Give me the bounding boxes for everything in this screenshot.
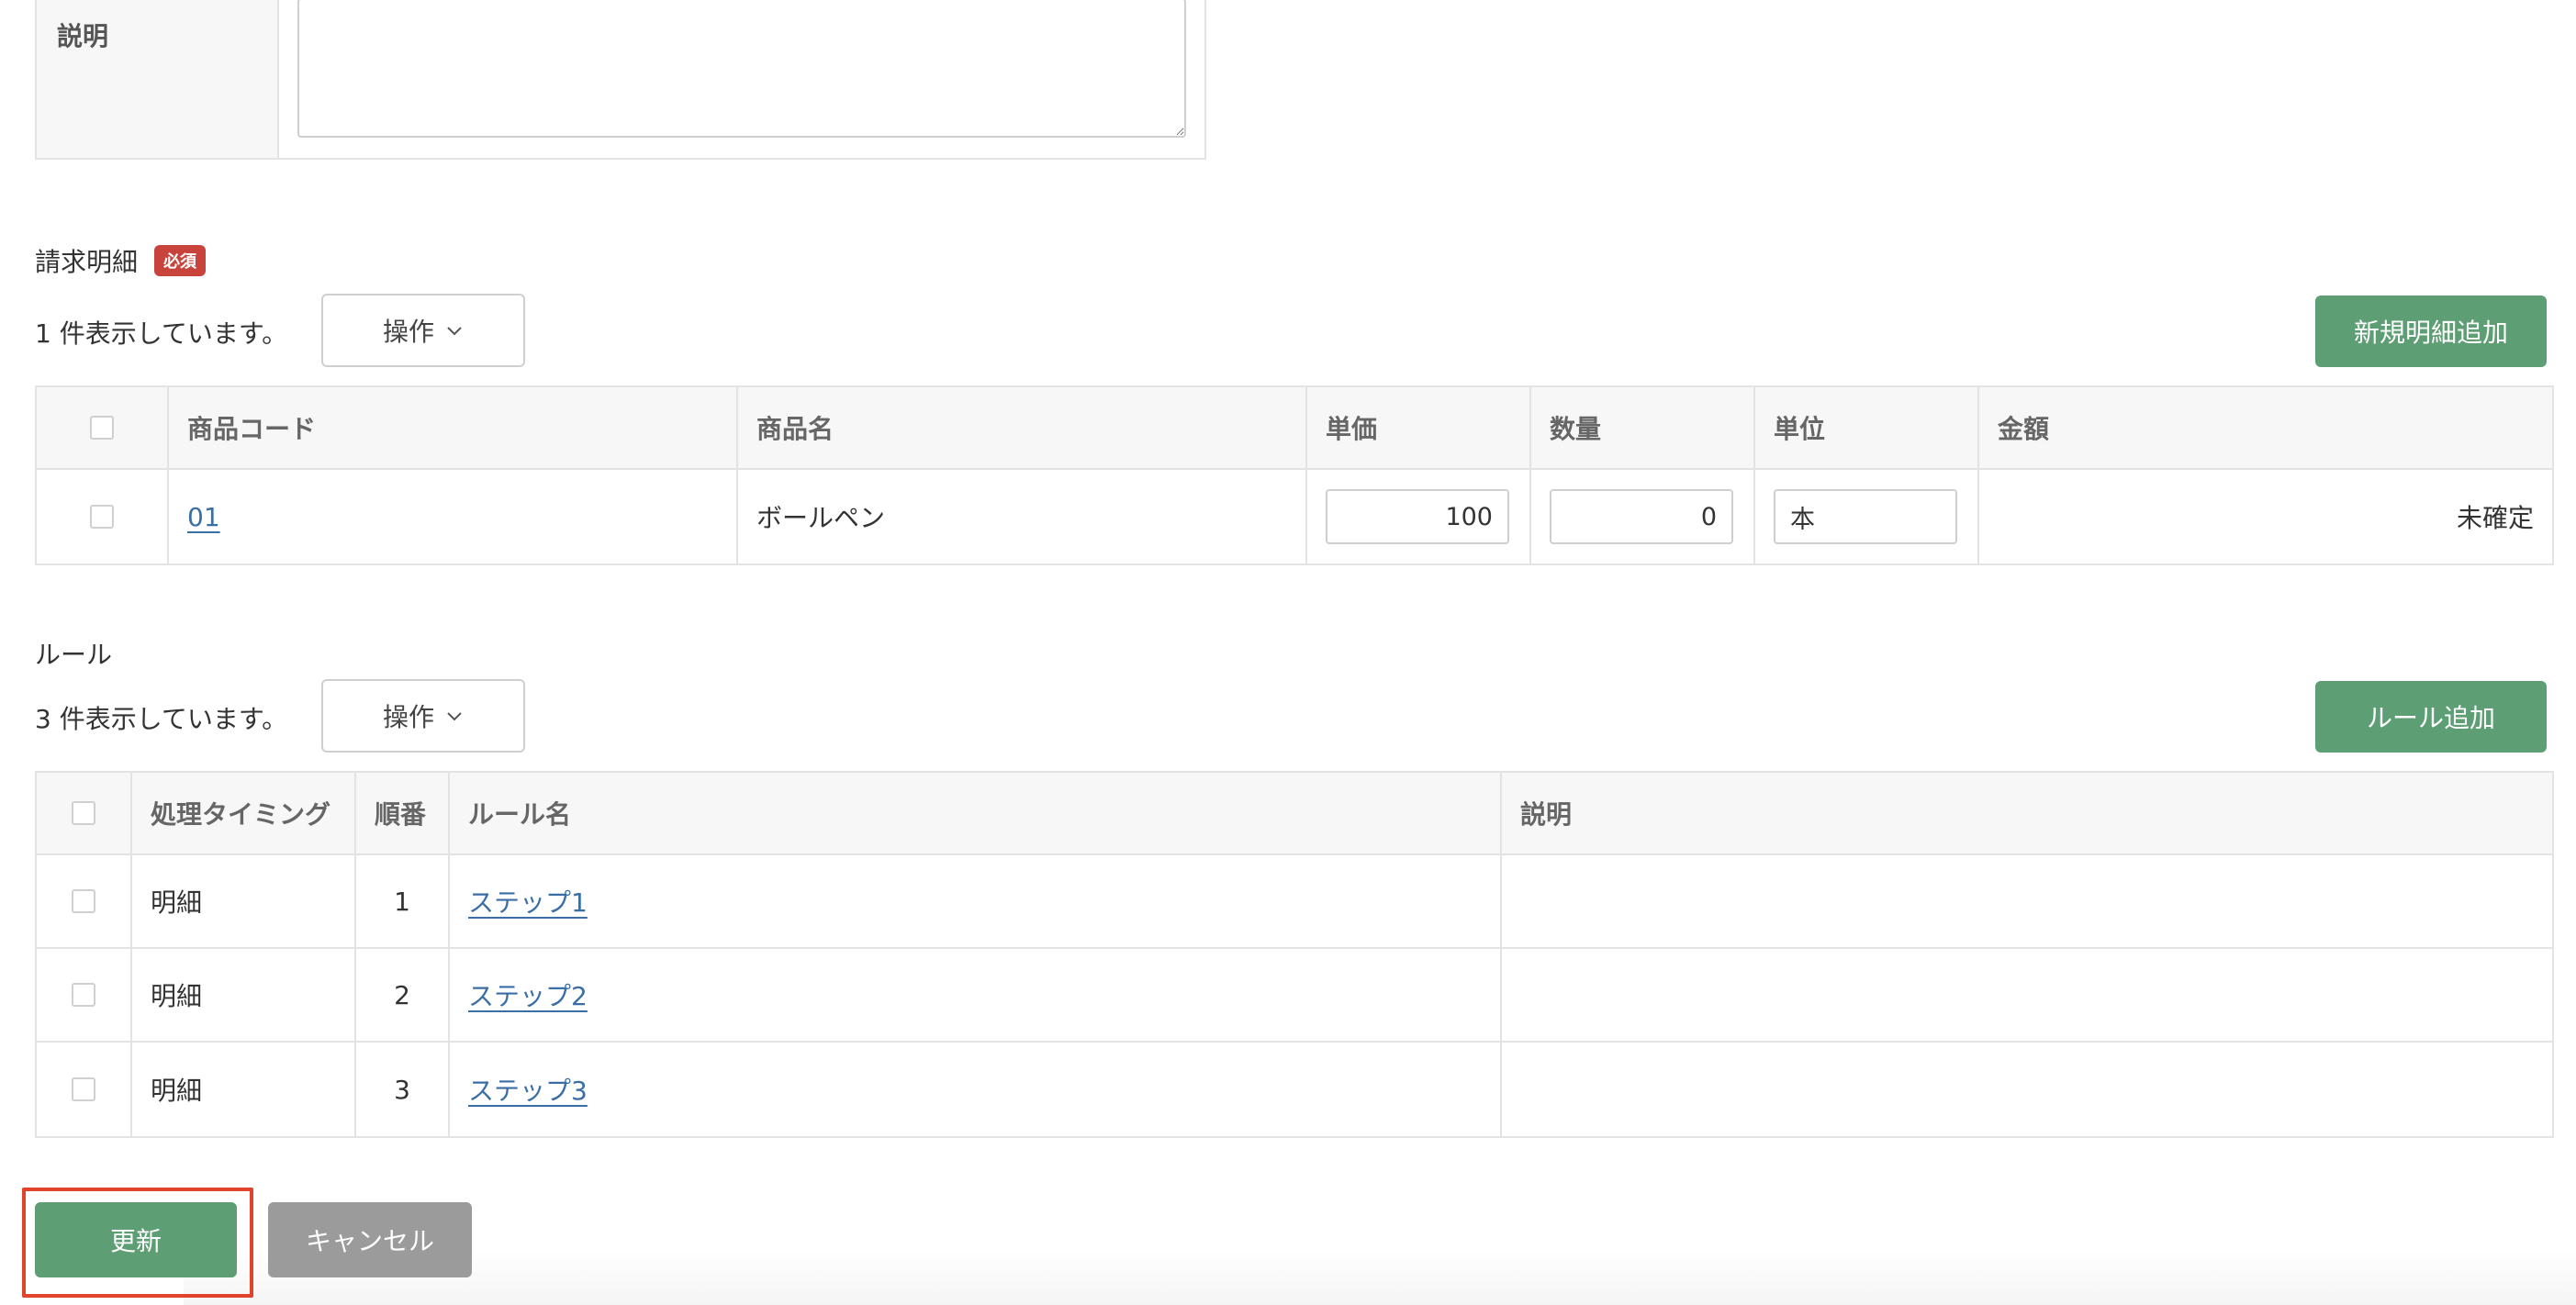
description-textarea[interactable] — [297, 0, 1186, 138]
bottom-fade — [184, 1250, 2576, 1305]
row-checkbox-cell — [37, 949, 132, 1041]
invoice-header-checkbox-cell — [37, 387, 169, 468]
row-checkbox[interactable] — [72, 983, 95, 1007]
rule-description-cell — [1502, 855, 2552, 947]
quantity-input[interactable] — [1550, 489, 1733, 544]
cancel-button[interactable]: キャンセル — [268, 1202, 472, 1277]
description-label: 説明 — [37, 0, 279, 158]
table-row: 明細 3 ステップ3 — [37, 1043, 2552, 1136]
rule-ops-button[interactable]: 操作 — [321, 679, 525, 753]
row-checkbox-cell — [37, 1043, 132, 1136]
rule-description-cell — [1502, 949, 2552, 1041]
rule-header-checkbox-cell — [37, 773, 132, 853]
column-header-order: 順番 — [356, 773, 450, 853]
product-code-cell: 01 — [169, 470, 738, 563]
quantity-cell — [1531, 470, 1755, 563]
order-cell: 1 — [356, 855, 450, 947]
description-input-cell — [279, 0, 1204, 158]
rule-section-title-text: ルール — [35, 640, 113, 670]
invoice-table: 商品コード 商品名 単価 数量 単位 金額 01 ボールペン 未確定 — [35, 385, 2554, 565]
product-code-link[interactable]: 01 — [187, 502, 220, 532]
required-badge: 必須 — [154, 245, 207, 276]
rule-name-cell: ステップ3 — [450, 1043, 1502, 1136]
column-header-unit: 単位 — [1755, 387, 1979, 468]
rule-name-cell: ステップ2 — [450, 949, 1502, 1041]
row-checkbox[interactable] — [72, 889, 95, 913]
amount-cell: 未確定 — [2456, 503, 2534, 533]
unit-cell — [1755, 470, 1979, 563]
rule-description-cell — [1502, 1043, 2552, 1136]
row-checkbox[interactable] — [72, 1077, 95, 1101]
rule-name-cell: ステップ1 — [450, 855, 1502, 947]
product-name-cell: ボールペン — [738, 470, 1307, 563]
timing-cell: 明細 — [132, 1043, 356, 1136]
unit-input[interactable] — [1774, 489, 1957, 544]
invoice-count-text: 1 件表示しています。 — [35, 318, 288, 349]
table-row: 01 ボールペン 未確定 — [37, 470, 2552, 563]
rule-name-link[interactable]: ステップ1 — [468, 883, 588, 920]
column-header-description: 説明 — [1520, 799, 1573, 830]
invoice-section-title-text: 請求明細 — [35, 247, 139, 277]
row-checkbox-cell — [37, 855, 132, 947]
rule-count-text: 3 件表示しています。 — [35, 704, 288, 734]
chevron-down-icon — [445, 321, 464, 340]
table-row: 明細 2 ステップ2 — [37, 949, 2552, 1043]
row-checkbox-cell — [37, 470, 169, 563]
add-invoice-line-button[interactable]: 新規明細追加 — [2315, 296, 2547, 367]
column-header-unit-price: 単価 — [1307, 387, 1531, 468]
select-all-checkbox[interactable] — [72, 801, 95, 825]
invoice-table-header: 商品コード 商品名 単価 数量 単位 金額 — [37, 387, 2552, 470]
rule-section-title: ルール — [35, 635, 112, 672]
table-row: 明細 1 ステップ1 — [37, 855, 2552, 949]
unit-price-cell — [1307, 470, 1531, 563]
column-header-amount: 金額 — [1998, 414, 2050, 444]
column-header-product-name: 商品名 — [738, 387, 1307, 468]
update-button[interactable]: 更新 — [35, 1202, 237, 1277]
column-header-rule-name: ルール名 — [450, 773, 1502, 853]
column-header-timing: 処理タイミング — [132, 773, 356, 853]
rule-table: 処理タイミング 順番 ルール名 説明 明細 1 ステップ1 明細 2 ステップ2… — [35, 771, 2554, 1138]
invoice-section-title: 請求明細 必須 — [35, 242, 207, 279]
add-rule-button[interactable]: ルール追加 — [2315, 681, 2547, 753]
order-cell: 3 — [356, 1043, 450, 1136]
rule-ops-label: 操作 — [382, 702, 434, 732]
order-cell: 2 — [356, 949, 450, 1041]
chevron-down-icon — [445, 707, 464, 725]
invoice-ops-label: 操作 — [382, 317, 434, 347]
timing-cell: 明細 — [132, 949, 356, 1041]
row-checkbox[interactable] — [90, 505, 114, 529]
invoice-ops-button[interactable]: 操作 — [321, 294, 525, 367]
column-header-product-code: 商品コード — [169, 387, 738, 468]
description-form-row: 説明 — [35, 0, 1206, 160]
select-all-checkbox[interactable] — [90, 416, 114, 440]
rule-name-link[interactable]: ステップ2 — [468, 976, 588, 1013]
unit-price-input[interactable] — [1326, 489, 1509, 544]
rule-name-link[interactable]: ステップ3 — [468, 1071, 588, 1108]
timing-cell: 明細 — [132, 855, 356, 947]
column-header-quantity: 数量 — [1531, 387, 1755, 468]
rule-table-header: 処理タイミング 順番 ルール名 説明 — [37, 773, 2552, 855]
